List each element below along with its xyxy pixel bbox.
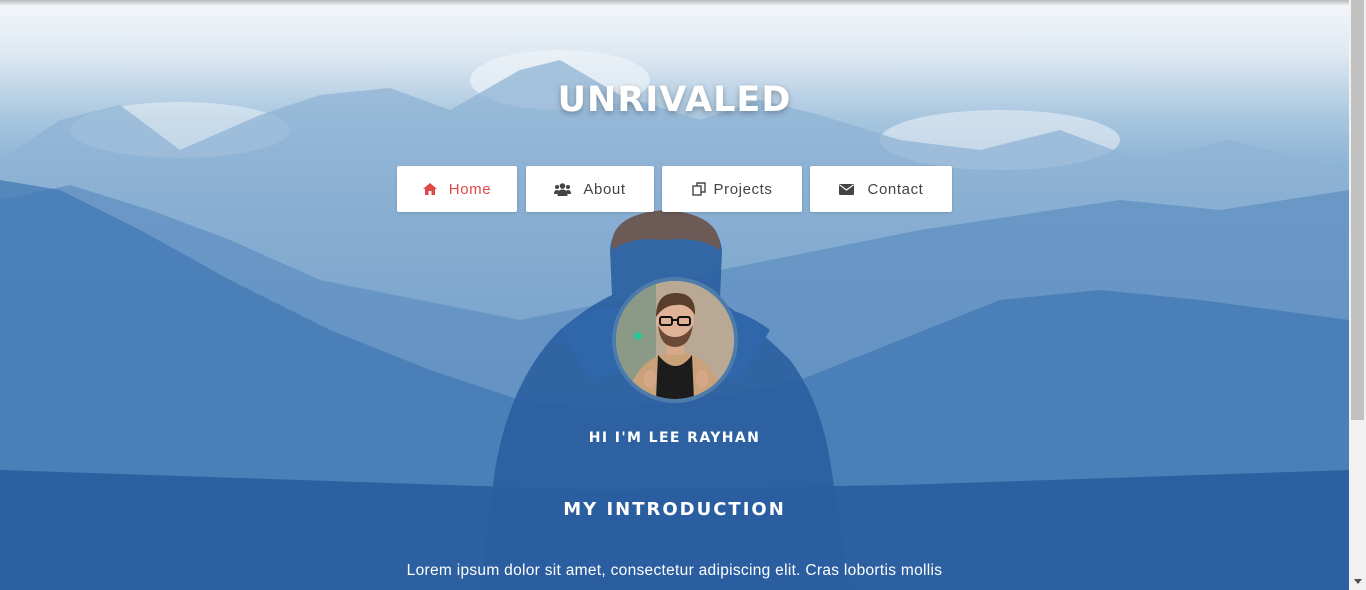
- intro-text: Lorem ipsum dolor sit amet, consectetur …: [406, 562, 943, 579]
- scroll-down-arrow-icon[interactable]: [1349, 573, 1366, 590]
- envelope-icon: [838, 183, 854, 195]
- nav-home-button[interactable]: Home: [397, 166, 517, 212]
- nav-about-button[interactable]: About: [526, 166, 654, 212]
- nav-home-label: Home: [448, 180, 492, 198]
- copy-icon: [691, 182, 706, 196]
- nav-contact-button[interactable]: Contact: [810, 166, 952, 212]
- profile-avatar: [612, 277, 738, 403]
- nav-about-label: About: [583, 180, 626, 198]
- profile-photo: [616, 281, 734, 399]
- top-shadow: [0, 0, 1349, 6]
- nav-projects-label: Projects: [713, 180, 773, 198]
- home-icon: [422, 183, 437, 195]
- nav-projects-button[interactable]: Projects: [662, 166, 802, 212]
- profile-greeting: HI I'M LEE RAYHAN: [588, 430, 761, 446]
- site-title[interactable]: UNRIVALED: [0, 80, 1349, 120]
- users-icon: [554, 182, 572, 196]
- scrollbar-thumb[interactable]: [1351, 0, 1364, 420]
- intro-heading: MY INTRODUCTION: [563, 499, 786, 520]
- nav-contact-label: Contact: [867, 180, 924, 198]
